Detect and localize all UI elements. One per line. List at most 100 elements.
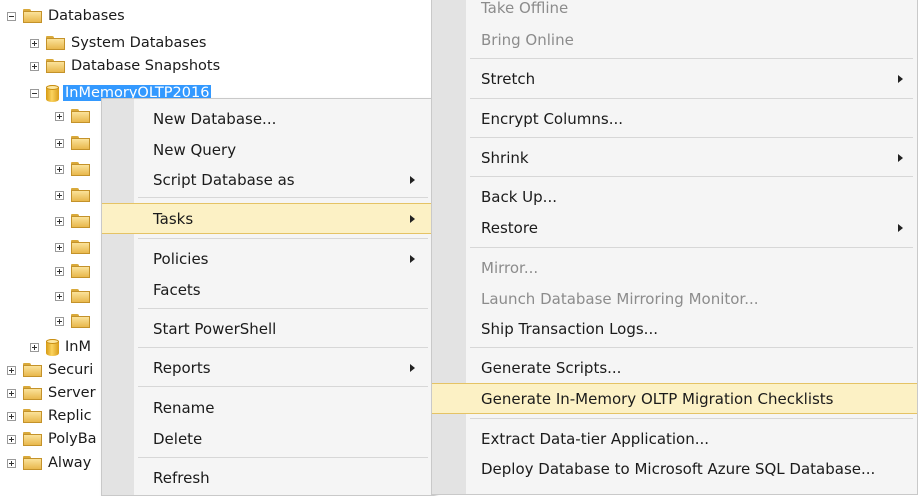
folder-icon [71,264,90,278]
menu-separator [470,98,913,99]
folder-icon [71,240,90,254]
menu-separator [470,418,913,419]
expand-icon[interactable] [7,411,16,421]
menu-item-label: Launch Database Mirroring Monitor... [481,290,759,308]
tree-node-databases[interactable]: Databases [7,5,125,27]
folder-icon [23,409,42,423]
folder-icon [71,109,90,123]
tree-node-replication[interactable]: Replic [7,405,92,427]
menu-item-label: Generate In-Memory OLTP Migration Checkl… [481,389,834,408]
menu-separator [138,308,428,309]
expand-icon[interactable] [55,242,64,252]
menu-item-rename[interactable]: Rename [102,394,432,422]
submenu-arrow-icon [898,154,903,162]
submenu-arrow-icon [410,176,415,184]
tree-node-child-folder[interactable] [55,260,90,282]
tree-node-child-folder[interactable] [55,132,90,154]
menu-item-deploy-to-azure[interactable]: Deploy Database to Microsoft Azure SQL D… [432,455,917,483]
menu-item-bring-online[interactable]: Bring Online [432,26,917,54]
expand-icon[interactable] [55,164,64,174]
tree-node-child-folder[interactable] [55,285,90,307]
collapse-icon[interactable] [7,11,16,21]
tree-node-label: Replic [48,408,92,424]
expand-icon[interactable] [55,216,64,226]
menu-item-mirror[interactable]: Mirror... [432,254,917,282]
menu-item-label: Facets [153,281,201,299]
folder-icon [23,363,42,377]
menu-item-script-database-as[interactable]: Script Database as [102,166,432,194]
menu-item-label: Refresh [153,469,210,487]
tree-node-child-folder[interactable] [55,184,90,206]
menu-item-refresh[interactable]: Refresh [102,464,432,492]
menu-item-restore[interactable]: Restore [432,214,917,242]
collapse-icon[interactable] [30,88,39,98]
menu-separator [470,247,913,248]
folder-icon [71,162,90,176]
database-context-menu: New Database... New Query Script Databas… [101,98,433,496]
menu-item-tasks[interactable]: Tasks [102,203,432,234]
expand-icon[interactable] [30,342,39,352]
tree-node-label: InM [65,339,91,355]
menu-item-new-database[interactable]: New Database... [102,105,432,133]
menu-item-generate-scripts[interactable]: Generate Scripts... [432,354,917,382]
expand-icon[interactable] [55,138,64,148]
folder-icon [71,289,90,303]
menu-item-reports[interactable]: Reports [102,354,432,382]
expand-icon[interactable] [7,458,16,468]
expand-icon[interactable] [30,38,39,48]
menu-item-label: Start PowerShell [153,320,277,338]
folder-icon [23,386,42,400]
expand-icon[interactable] [7,365,16,375]
expand-icon[interactable] [7,388,16,398]
menu-item-label: Mirror... [481,259,539,277]
menu-item-ship-transaction-logs[interactable]: Ship Transaction Logs... [432,315,917,343]
database-icon [46,84,59,102]
expand-icon[interactable] [55,111,64,121]
menu-item-stretch[interactable]: Stretch [432,65,917,93]
tree-node-polybase[interactable]: PolyBa [7,428,97,450]
menu-item-encrypt-columns[interactable]: Encrypt Columns... [432,105,917,133]
tree-node-child-folder[interactable] [55,105,90,127]
menu-item-label: Back Up... [481,188,557,206]
expand-icon[interactable] [7,434,16,444]
menu-item-delete[interactable]: Delete [102,425,432,453]
menu-separator [138,197,428,198]
menu-item-shrink[interactable]: Shrink [432,144,917,172]
tree-node-child-folder[interactable] [55,158,90,180]
folder-icon [71,314,90,328]
menu-separator [138,457,428,458]
expand-icon[interactable] [55,190,64,200]
tree-node-sibling-database[interactable]: InM [30,336,91,358]
expand-icon[interactable] [55,316,64,326]
submenu-arrow-icon [410,364,415,372]
menu-item-take-offline[interactable]: Take Offline [432,0,917,22]
menu-item-generate-inmemory-checklists[interactable]: Generate In-Memory OLTP Migration Checkl… [432,383,917,414]
menu-item-label: Deploy Database to Microsoft Azure SQL D… [481,460,876,478]
expand-icon[interactable] [55,266,64,276]
tree-node-security[interactable]: Securi [7,359,93,381]
menu-item-launch-mirroring-monitor[interactable]: Launch Database Mirroring Monitor... [432,285,917,313]
menu-item-facets[interactable]: Facets [102,276,432,304]
menu-item-back-up[interactable]: Back Up... [432,183,917,211]
tree-node-database-snapshots[interactable]: Database Snapshots [30,55,220,77]
expand-icon[interactable] [55,291,64,301]
menu-item-policies[interactable]: Policies [102,245,432,273]
tree-node-label: PolyBa [48,431,97,447]
tree-node-always-on[interactable]: Alway [7,452,91,474]
menu-item-start-powershell[interactable]: Start PowerShell [102,315,432,343]
tree-node-child-folder[interactable] [55,210,90,232]
menu-item-label: Script Database as [153,171,295,189]
tree-node-label: Database Snapshots [71,58,221,74]
expand-icon[interactable] [30,61,39,71]
folder-icon [23,456,42,470]
tree-node-child-folder[interactable] [55,310,90,332]
tree-node-child-folder[interactable] [55,236,90,258]
menu-item-label: Reports [153,359,211,377]
tree-node-system-databases[interactable]: System Databases [30,32,206,54]
menu-item-extract-data-tier-application[interactable]: Extract Data-tier Application... [432,425,917,453]
tree-node-server-objects[interactable]: Server [7,382,96,404]
folder-icon [23,432,42,446]
menu-item-new-query[interactable]: New Query [102,136,432,164]
tree-node-label: Databases [48,8,125,24]
menu-item-label: Policies [153,250,209,268]
